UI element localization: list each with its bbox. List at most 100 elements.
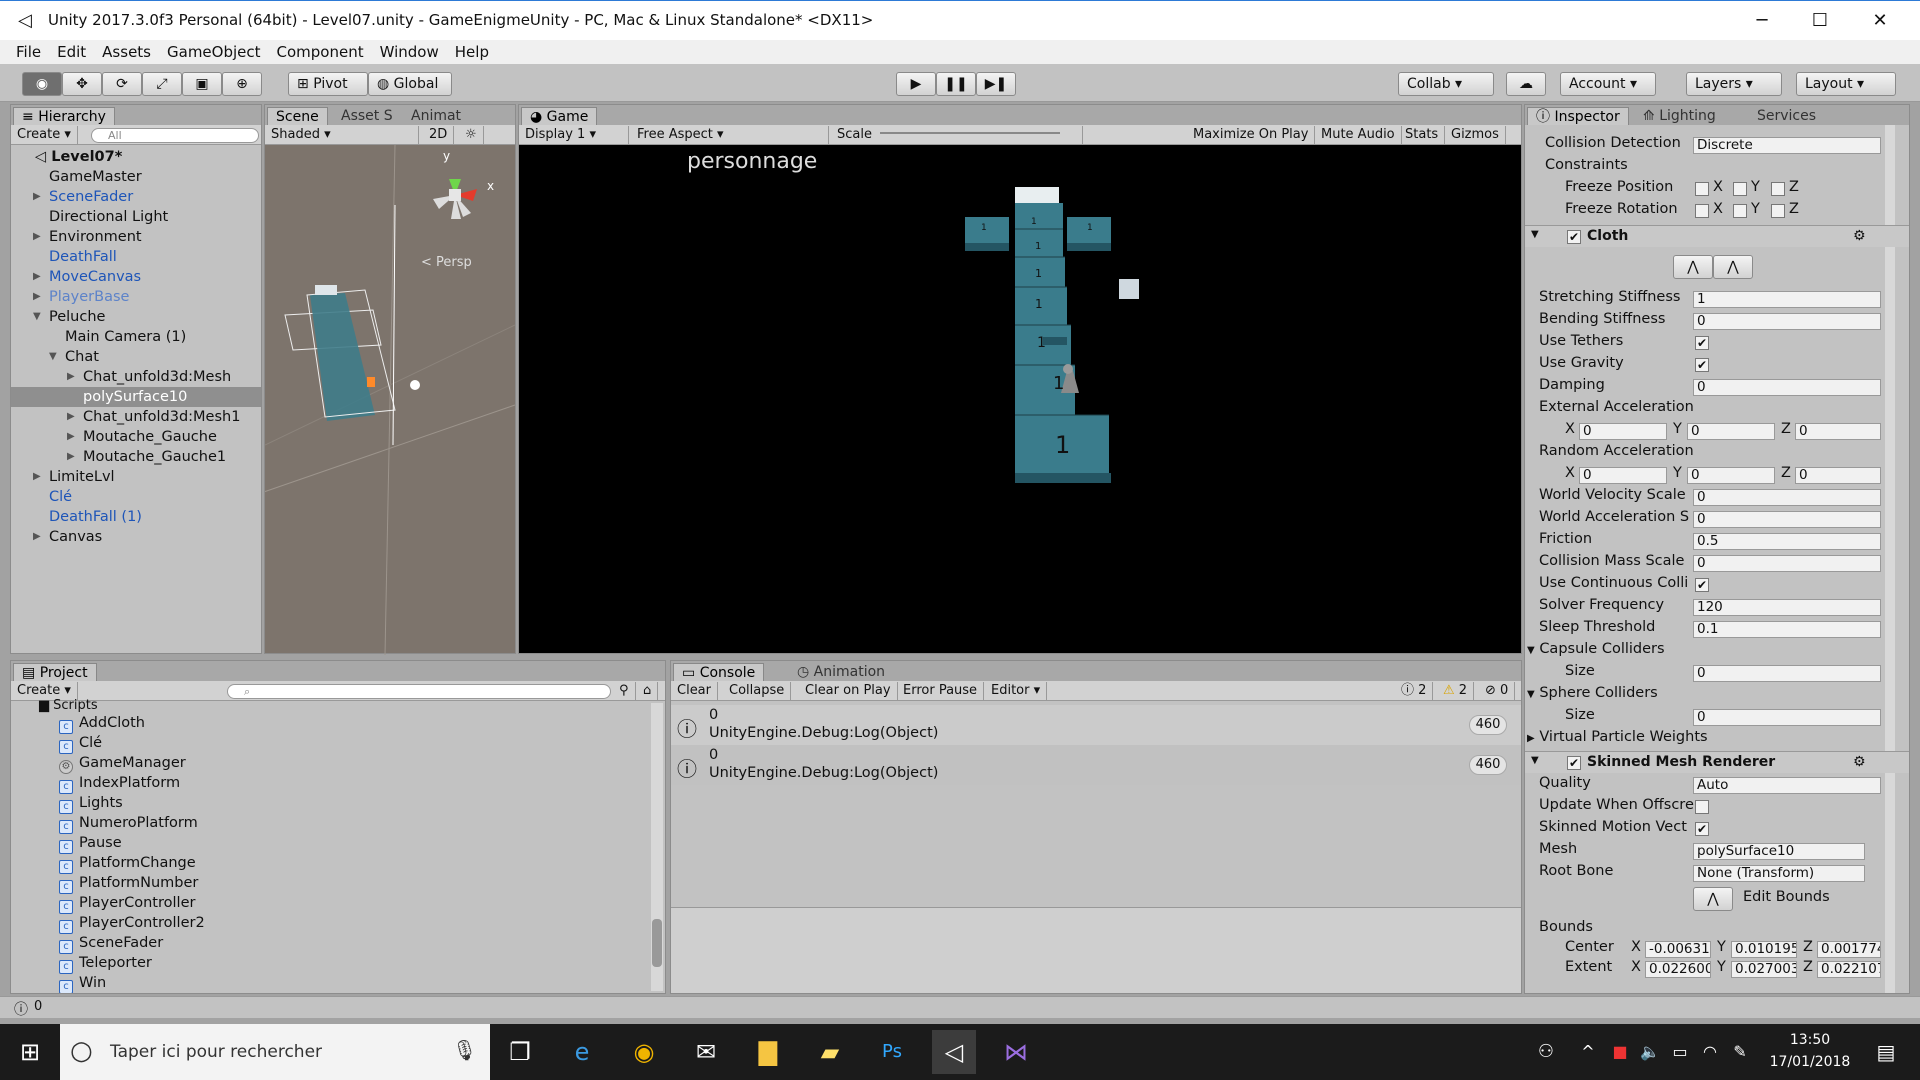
tab-scene[interactable]: Scene	[267, 107, 328, 125]
project-item[interactable]: c Pause	[59, 833, 122, 854]
project-item[interactable]: ⚙ GameManager	[59, 753, 186, 774]
hierarchy-item-deathfall-1[interactable]: DeathFall (1)	[11, 507, 261, 527]
layout-dropdown[interactable]: Layout ▾	[1796, 72, 1896, 96]
world-acceleration-scale-input[interactable]: 0	[1693, 511, 1881, 528]
tab-animator[interactable]: Animat	[403, 107, 469, 125]
project-item[interactable]: c Teleporter	[59, 953, 152, 974]
status-message[interactable]: 0	[34, 999, 42, 1014]
account-dropdown[interactable]: Account ▾	[1560, 72, 1656, 96]
freeze-rotation-z-checkbox[interactable]	[1771, 204, 1785, 218]
tab-asset-store[interactable]: Asset S	[333, 107, 401, 125]
hierarchy-item-peluche[interactable]: ▼ Peluche	[11, 307, 261, 327]
capsule-size-input[interactable]: 0	[1693, 665, 1881, 682]
project-item[interactable]: c IndexPlatform	[59, 773, 180, 794]
center-z-input[interactable]: 0.001774	[1817, 941, 1881, 958]
skinned-motion-vectors-checkbox[interactable]: ✔	[1695, 822, 1709, 836]
chrome-icon[interactable]: ◉	[622, 1030, 666, 1074]
rect-tool-icon[interactable]: ▣	[182, 72, 222, 96]
sticky-notes-icon[interactable]: ▰	[808, 1030, 852, 1074]
editor-dropdown[interactable]: Editor ▾	[985, 682, 1048, 700]
perspective-label[interactable]: < Persp	[421, 255, 472, 270]
expand-icon[interactable]: ▶	[67, 427, 75, 447]
extent-y-input[interactable]: 0.027003	[1731, 961, 1797, 978]
collapse-icon[interactable]: ▼	[1531, 755, 1539, 766]
collapse-icon[interactable]: ▼	[49, 347, 57, 367]
mesh-object-field[interactable]: polySurface10	[1693, 843, 1865, 860]
scene-gizmo-icon[interactable]	[415, 151, 495, 241]
notifications-icon[interactable]: ▤	[1864, 1030, 1908, 1074]
pen-icon[interactable]: ✎	[1718, 1030, 1762, 1074]
project-item[interactable]: c PlayerController2	[59, 913, 205, 934]
extent-x-input[interactable]: 0.022600	[1645, 961, 1711, 978]
freeze-position-y-checkbox[interactable]	[1733, 182, 1747, 196]
cloth-component-header[interactable]: ▼ ✔ Cloth ⚙	[1525, 225, 1909, 247]
stretching-stiffness-input[interactable]: 1	[1693, 291, 1881, 308]
hierarchy-item-chat-mesh[interactable]: ▶ Chat_unfold3d:Mesh	[11, 367, 261, 387]
update-offscreen-checkbox[interactable]	[1695, 800, 1709, 814]
collapse-icon[interactable]: ▼	[33, 307, 41, 327]
project-item[interactable]: c Clé	[59, 733, 102, 754]
freeze-position-z-checkbox[interactable]	[1771, 182, 1785, 196]
hierarchy-item-playerbase[interactable]: ▶ PlayerBase	[11, 287, 261, 307]
project-item[interactable]: c NumeroPlatform	[59, 813, 198, 834]
menu-help[interactable]: Help	[447, 40, 497, 64]
tab-services[interactable]: Services	[1749, 107, 1824, 125]
menu-file[interactable]: File	[8, 40, 49, 64]
console-entry[interactable]: ⓘ 0 UnityEngine.Debug:Log(Object) 460	[671, 745, 1521, 785]
aspect-dropdown[interactable]: Free Aspect ▾	[631, 126, 829, 144]
inspector-scrollbar[interactable]	[1885, 125, 1895, 993]
hierarchy-item-moutache-gauche[interactable]: ▶ Moutache_Gauche	[11, 427, 261, 447]
collapse-toggle[interactable]: Collapse	[723, 682, 792, 700]
capsule-colliders-foldout[interactable]: ▼ Capsule Colliders	[1527, 641, 1665, 657]
damping-input[interactable]: 0	[1693, 379, 1881, 396]
expand-icon[interactable]: ▶	[33, 467, 41, 487]
use-tethers-checkbox[interactable]: ✔	[1695, 336, 1709, 350]
2d-toggle[interactable]: 2D	[423, 126, 455, 144]
tab-game[interactable]: ◕ Game	[521, 107, 598, 125]
expand-icon[interactable]: ▶	[33, 527, 41, 547]
hierarchy-item-chat-mesh1[interactable]: ▶ Chat_unfold3d:Mesh1	[11, 407, 261, 427]
visual-studio-icon[interactable]: ⋈	[994, 1030, 1038, 1074]
play-button[interactable]: ▶	[896, 72, 936, 96]
error-pause-toggle[interactable]: Error Pause	[897, 682, 985, 700]
people-icon[interactable]: ⚇	[1524, 1030, 1568, 1074]
settings-gear-icon[interactable]: ⚙	[1853, 228, 1866, 244]
hierarchy-item-environment[interactable]: ▶ Environment	[11, 227, 261, 247]
project-item[interactable]: c PlatformNumber	[59, 873, 198, 894]
mute-audio-toggle[interactable]: Mute Audio	[1315, 126, 1402, 144]
project-item[interactable]: c PlayerController	[59, 893, 195, 914]
random-acceleration-x-input[interactable]: 0	[1579, 467, 1667, 484]
hierarchy-item-cle[interactable]: Clé	[11, 487, 261, 507]
sphere-colliders-foldout[interactable]: ▼ Sphere Colliders	[1527, 685, 1658, 701]
hierarchy-item-gamemaster[interactable]: GameMaster	[11, 167, 261, 187]
freeze-rotation-x-checkbox[interactable]	[1695, 204, 1709, 218]
center-y-input[interactable]: 0.010195	[1731, 941, 1797, 958]
hierarchy-item-main-camera[interactable]: Main Camera (1)	[11, 327, 261, 347]
random-acceleration-y-input[interactable]: 0	[1687, 467, 1775, 484]
bending-stiffness-input[interactable]: 0	[1693, 313, 1881, 330]
freeze-rotation-y-checkbox[interactable]	[1733, 204, 1747, 218]
global-button[interactable]: ◍ Global	[368, 72, 452, 96]
cloud-icon[interactable]: ☁	[1506, 72, 1546, 96]
use-continuous-collision-checkbox[interactable]: ✔	[1695, 578, 1709, 592]
microphone-icon[interactable]: 🎙	[452, 1038, 477, 1062]
pause-button[interactable]: ❚❚	[936, 72, 976, 96]
filter-label-icon[interactable]: ⌂	[637, 682, 659, 700]
move-tool-icon[interactable]: ✥	[62, 72, 102, 96]
scrollbar-thumb[interactable]	[652, 919, 662, 967]
expand-icon[interactable]: ▶	[67, 447, 75, 467]
cloth-enabled-checkbox[interactable]: ✔	[1567, 230, 1581, 244]
gizmos-dropdown[interactable]: Gizmos	[1445, 126, 1506, 144]
friction-input[interactable]: 0.5	[1693, 533, 1881, 550]
settings-gear-icon[interactable]: ⚙	[1853, 754, 1866, 770]
hierarchy-item-deathfall[interactable]: DeathFall	[11, 247, 261, 267]
hierarchy-item-limitelvl[interactable]: ▶ LimiteLvl	[11, 467, 261, 487]
edge-browser-icon[interactable]: e	[560, 1030, 604, 1074]
file-explorer-icon[interactable]: ▇	[746, 1030, 790, 1074]
collapse-icon[interactable]: ▼	[1531, 229, 1539, 240]
collab-button[interactable]: Collab ▾	[1398, 72, 1494, 96]
hierarchy-item-directional-light[interactable]: Directional Light	[11, 207, 261, 227]
menu-component[interactable]: Component	[269, 40, 372, 64]
smr-enabled-checkbox[interactable]: ✔	[1567, 756, 1581, 770]
hierarchy-search-input[interactable]: All	[91, 128, 259, 143]
